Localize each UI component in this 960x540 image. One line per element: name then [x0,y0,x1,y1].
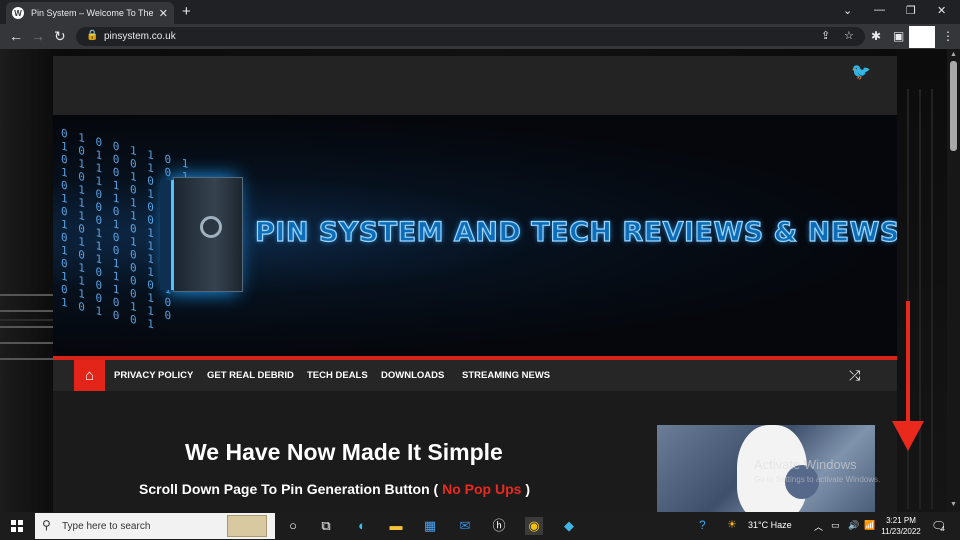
menu-kebab-icon[interactable]: ⋮ [942,29,954,43]
banner-title: PIN SYSTEM AND TECH REVIEWS & NEWS [254,216,897,248]
menu-item-tech-deals[interactable]: TECH DEALS [307,370,368,381]
tab-search-icon[interactable]: ⌄ [843,4,852,17]
url-text[interactable]: pinsystem.co.uk [104,31,176,42]
volume-icon[interactable]: 🔊 [848,520,859,531]
battery-icon[interactable]: ▭ [831,520,840,531]
restore-icon[interactable]: ❐ [906,4,916,17]
red-arrow-shaft [906,301,910,431]
menu-item-get-real-debrid[interactable]: GET REAL DEBRID [207,370,294,381]
twitter-icon[interactable]: 🐦 [851,62,871,82]
safe-graphic [160,177,243,292]
menu-item-privacy-policy[interactable]: PRIVACY POLICY [114,370,193,381]
search-highlight-image[interactable] [227,515,267,537]
binary-stream: 0 1 0 0 1 1 0 1 1 0 1 0 0 1 0 1 0 1 1 0 … [61,126,191,332]
activate-windows-title: Activate Windows [754,457,857,472]
scroll-down-icon[interactable]: ▼ [950,501,957,508]
left-decoration [0,294,53,394]
site-banner[interactable]: 0 1 0 0 1 1 0 1 1 0 1 0 0 1 0 1 0 1 1 0 … [53,115,897,356]
site-top-bar: 🐦 [53,56,897,115]
edge-icon[interactable]: ◐ [353,517,371,535]
windows-start-icon[interactable] [11,520,23,532]
windows-taskbar: ⚲ Type here to search ○ ⧉ ◐ ▬ ▦ ✉ ⓗ ◉ ◆ … [0,512,960,540]
page-subheading: Scroll Down Page To Pin Generation Butto… [139,481,530,497]
cortana-icon[interactable]: ○ [284,517,302,535]
browser-toolbar: ← → ↻ 🔒 pinsystem.co.uk ⇪ ☆ ✱ ▣ ⋮ [0,24,960,49]
reload-icon[interactable]: ↻ [54,28,66,45]
weather-text[interactable]: 31°C Haze [748,520,792,530]
show-hidden-icons[interactable]: ︿ [814,520,823,533]
scroll-up-icon[interactable]: ▲ [950,51,957,58]
subheading-end: ) [521,481,530,497]
menu-item-downloads[interactable]: DOWNLOADS [381,370,444,381]
site-container: 🐦 0 1 0 0 1 1 0 1 1 0 1 0 0 1 0 1 0 1 1 … [53,56,897,512]
search-placeholder[interactable]: Type here to search [62,521,150,532]
forward-icon[interactable]: → [31,28,45,44]
clock-time: 3:21 PM [886,516,916,525]
help-icon[interactable]: ? [699,518,706,532]
bookmark-star-icon[interactable]: ☆ [844,29,854,42]
side-panel-icon[interactable]: ▣ [893,29,904,43]
browser-tab[interactable]: W Pin System – Welcome To The Ne ✕ [6,2,174,24]
notification-count: 4 [941,526,945,533]
microsoft-store-icon[interactable]: ▦ [421,517,439,535]
extensions-icon[interactable]: ✱ [871,29,881,43]
scroll-thumb[interactable] [950,61,957,151]
tab-title: Pin System – Welcome To The Ne [31,8,153,18]
menu-item-streaming-news[interactable]: STREAMING NEWS [462,370,550,381]
weather-icon: ☀ [727,519,737,531]
home-icon[interactable]: ⌂ [74,360,105,391]
red-arrow-down-icon [892,421,924,451]
new-tab-button[interactable]: + [182,3,191,20]
taskbar-clock[interactable]: 3:21 PM 11/23/2022 [878,515,924,537]
wordpress-icon: W [12,7,24,19]
chrome-icon[interactable]: ◉ [525,517,543,535]
minimize-icon[interactable]: — [874,4,885,16]
main-content: We Have Now Made It Simple Scroll Down P… [53,391,897,512]
main-menu: ⌂ PRIVACY POLICY GET REAL DEBRID TECH DE… [53,360,897,391]
page-viewport: 🐦 0 1 0 0 1 1 0 1 1 0 1 0 0 1 0 1 0 1 1 … [0,49,960,512]
search-icon: ⚲ [42,518,51,532]
kodi-icon[interactable]: ◆ [560,517,578,535]
shuffle-icon[interactable]: ⤮ [849,367,860,384]
lock-icon[interactable]: 🔒 [86,30,98,41]
address-bar[interactable]: 🔒 pinsystem.co.uk ⇪ ☆ [76,27,865,46]
close-tab-icon[interactable]: ✕ [159,7,168,20]
hp-icon[interactable]: ⓗ [490,517,508,535]
file-explorer-icon[interactable]: ▬ [387,517,405,535]
wifi-icon[interactable]: 📶 [864,520,875,531]
scrollbar[interactable]: ▲ ▼ [947,49,960,512]
page-heading: We Have Now Made It Simple [185,439,503,465]
subheading-text: Scroll Down Page To Pin Generation Butto… [139,481,443,497]
activate-windows-hint: Go to Settings to activate Windows. [754,475,881,484]
share-icon[interactable]: ⇪ [821,29,830,42]
clock-date: 11/23/2022 [881,527,921,536]
subheading-highlight: No Pop Ups [442,481,522,497]
task-view-icon[interactable]: ⧉ [317,517,335,535]
back-icon[interactable]: ← [9,28,23,44]
tab-strip: W Pin System – Welcome To The Ne ✕ + ⌄ —… [0,0,960,24]
safe-dial [200,216,222,238]
taskbar-search[interactable]: ⚲ Type here to search [35,513,275,539]
profile-avatar[interactable] [909,26,935,48]
mail-icon[interactable]: ✉ [456,517,474,535]
close-window-icon[interactable]: ✕ [937,4,946,17]
